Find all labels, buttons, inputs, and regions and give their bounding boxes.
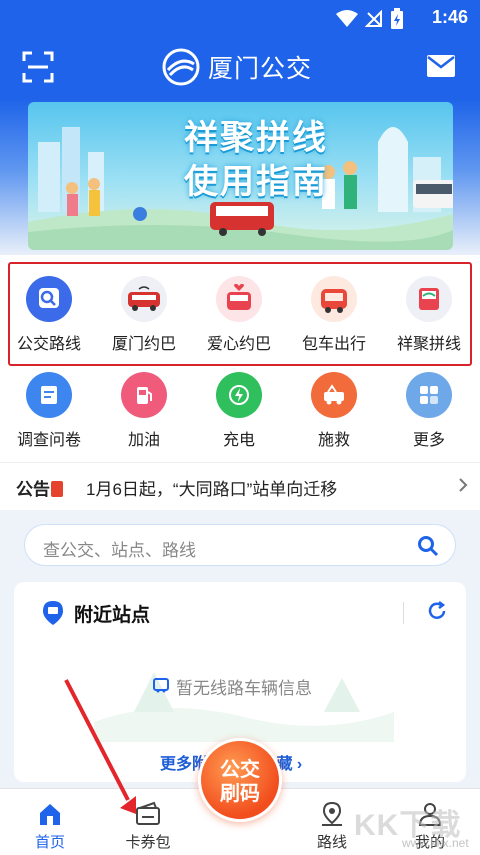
rescue-icon [311, 372, 357, 418]
service-label: 调查问卷 [16, 432, 81, 449]
survey-icon [26, 372, 72, 418]
service-fuel[interactable]: 加油 [100, 372, 188, 450]
status-icons [336, 8, 404, 30]
service-label: 更多 [412, 432, 445, 449]
notice-text: 1月6日起，“大同路口”站单向迁移 [86, 480, 338, 499]
promo-banner[interactable]: 祥聚拼线 使用指南 [28, 102, 453, 250]
service-label: 爱心约巴 [206, 336, 271, 353]
chevron-right-icon [459, 478, 468, 492]
service-bus-route[interactable]: 公交路线 [5, 276, 93, 354]
search-icon[interactable] [417, 535, 439, 557]
notice-bar[interactable]: 公告 1月6日起，“大同路口”站单向迁移 [0, 462, 480, 508]
refresh-icon[interactable] [426, 600, 448, 622]
service-label: 厦门约巴 [111, 336, 176, 353]
notice-tag: 公告 [16, 475, 63, 500]
service-label: 加油 [127, 432, 160, 449]
notice-tag-label: 公告 [16, 480, 50, 499]
tab-label: 首页 [34, 834, 65, 851]
fab-label-line1: 公交 [220, 759, 260, 781]
bus-pay-code-button[interactable]: 公交 刷码 [198, 738, 282, 822]
charge-icon [216, 372, 262, 418]
service-love-minibus[interactable]: 爱心约巴 [195, 276, 283, 354]
tab-label: 卡券包 [125, 834, 171, 851]
search-input[interactable]: 查公交、站点、路线 [24, 524, 456, 566]
fab-label-line2: 刷码 [220, 783, 260, 805]
empty-message: 暂无线路车辆信息 [176, 679, 312, 698]
home-icon [40, 804, 60, 825]
service-label: 祥聚拼线 [396, 336, 461, 353]
watermark-url: www.kkx.net [402, 836, 469, 850]
tab-label: 路线 [316, 834, 347, 851]
bus-icon [153, 678, 169, 693]
service-label: 包车出行 [301, 336, 366, 353]
love-bus-icon [216, 276, 262, 322]
search-placeholder: 查公交、站点、路线 [43, 541, 196, 560]
mail-icon[interactable] [426, 54, 456, 78]
battery-icon [391, 8, 403, 29]
brand: 厦门公交 [162, 48, 312, 86]
bus-route-icon [26, 276, 72, 322]
minibus-icon [121, 276, 167, 322]
service-charge[interactable]: 充电 [195, 372, 283, 450]
brand-logo-icon [162, 48, 200, 86]
location-pin-icon [43, 601, 63, 625]
service-shared-line[interactable]: 祥聚拼线 [385, 276, 473, 354]
service-label: 充电 [222, 432, 255, 449]
route-icon [322, 801, 342, 826]
service-survey[interactable]: 调查问卷 [5, 372, 93, 450]
speaker-icon [51, 481, 63, 497]
scan-icon[interactable] [22, 51, 54, 83]
fuel-icon [121, 372, 167, 418]
tab-wallet[interactable]: 卡券包 [108, 801, 188, 852]
wallet-icon [136, 801, 160, 825]
app-header: 厦门公交 [0, 36, 480, 98]
banner-title-line1: 祥聚拼线 [184, 119, 328, 157]
status-bar: 1:46 [0, 0, 480, 36]
page-title: 厦门公交 [208, 55, 313, 83]
service-xiamen-minibus[interactable]: 厦门约巴 [100, 276, 188, 354]
banner-title-line2: 使用指南 [184, 163, 328, 201]
service-charter-bus[interactable]: 包车出行 [290, 276, 378, 354]
tab-home[interactable]: 首页 [10, 801, 90, 852]
shared-line-icon [406, 276, 452, 322]
divider [403, 602, 404, 624]
wifi-icon [336, 10, 358, 27]
status-time: 1:46 [431, 7, 468, 27]
service-label: 施救 [317, 432, 350, 449]
no-signal-icon [365, 10, 382, 27]
charter-bus-icon [311, 276, 357, 322]
more-icon [406, 372, 452, 418]
service-more[interactable]: 更多 [385, 372, 473, 450]
service-rescue[interactable]: 施救 [290, 372, 378, 450]
nearby-title: 附近站点 [74, 605, 151, 626]
service-label: 公交路线 [16, 336, 81, 353]
